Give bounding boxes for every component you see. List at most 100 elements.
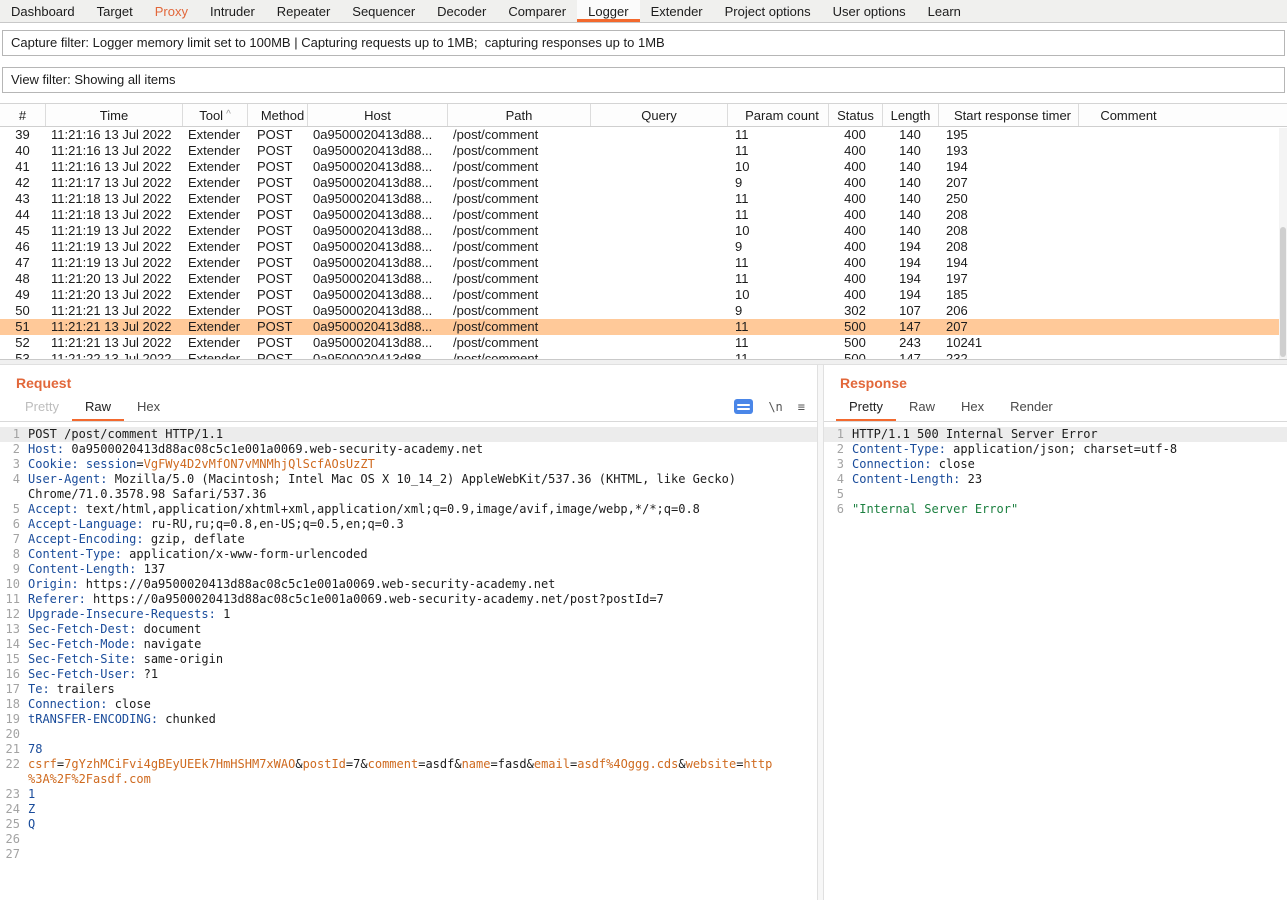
table-scrollbar-handle[interactable] xyxy=(1280,227,1286,357)
cell-status: 400 xyxy=(828,287,882,303)
syntax-view-icon[interactable] xyxy=(734,399,753,414)
cell-timer: 207 xyxy=(938,175,1078,191)
cell-id: 41 xyxy=(0,159,45,175)
request-line-text: Upgrade-Insecure-Requests: 1 xyxy=(28,607,230,622)
line-number: 6 xyxy=(0,517,28,532)
cell-comment xyxy=(1078,143,1178,159)
log-row[interactable]: 5311:21:22 13 Jul 2022ExtenderPOST0a9500… xyxy=(0,351,1287,359)
cell-path: /post/comment xyxy=(447,223,590,239)
request-line-text: Origin: https://0a9500020413d88ac08c5c1e… xyxy=(28,577,555,592)
response-line: 4Content-Length: 23 xyxy=(824,472,1287,487)
table-scrollbar[interactable] xyxy=(1279,128,1287,359)
column-header-query[interactable]: Query xyxy=(590,104,727,126)
column-header-param-count[interactable]: Param count xyxy=(727,104,828,126)
log-row[interactable]: 4511:21:19 13 Jul 2022ExtenderPOST0a9500… xyxy=(0,223,1287,239)
editor-menu-icon[interactable]: ≡ xyxy=(798,400,805,414)
response-tab-bar: PrettyRawHexRender xyxy=(824,395,1287,422)
response-tab-pretty[interactable]: Pretty xyxy=(836,395,896,421)
request-line-text: Host: 0a9500020413d88ac08c5c1e001a0069.w… xyxy=(28,442,483,457)
response-line-text: "Internal Server Error" xyxy=(852,502,1018,517)
cell-query xyxy=(590,303,727,319)
request-line: 2Host: 0a9500020413d88ac08c5c1e001a0069.… xyxy=(0,442,817,457)
cell-method: POST xyxy=(247,175,307,191)
request-editor[interactable]: 1POST /post/comment HTTP/1.12Host: 0a950… xyxy=(0,422,817,898)
cell-time: 11:21:19 13 Jul 2022 xyxy=(45,239,182,255)
log-row[interactable]: 4411:21:18 13 Jul 2022ExtenderPOST0a9500… xyxy=(0,207,1287,223)
log-row[interactable]: 5011:21:21 13 Jul 2022ExtenderPOST0a9500… xyxy=(0,303,1287,319)
menu-tab-repeater[interactable]: Repeater xyxy=(266,0,341,22)
cell-tool: Extender xyxy=(182,255,247,271)
menu-tab-dashboard[interactable]: Dashboard xyxy=(0,0,86,22)
menu-tab-sequencer[interactable]: Sequencer xyxy=(341,0,426,22)
column-header-path[interactable]: Path xyxy=(447,104,590,126)
cell-query xyxy=(590,223,727,239)
column-header-method[interactable]: Method xyxy=(247,104,307,126)
burp-logger-window: DashboardTargetProxyIntruderRepeaterSequ… xyxy=(0,0,1287,900)
cell-length: 140 xyxy=(882,159,938,175)
menu-tab-proxy[interactable]: Proxy xyxy=(144,0,199,22)
response-tab-raw[interactable]: Raw xyxy=(896,395,948,421)
log-row[interactable]: 3911:21:16 13 Jul 2022ExtenderPOST0a9500… xyxy=(0,127,1287,143)
column-header-tool[interactable]: Tool^ xyxy=(182,104,247,126)
cell-path: /post/comment xyxy=(447,127,590,143)
line-number: 27 xyxy=(0,847,28,862)
log-row[interactable]: 4811:21:20 13 Jul 2022ExtenderPOST0a9500… xyxy=(0,271,1287,287)
request-line-text: Content-Length: 137 xyxy=(28,562,165,577)
cell-id: 47 xyxy=(0,255,45,271)
menu-tab-learn[interactable]: Learn xyxy=(917,0,972,22)
menu-tab-user-options[interactable]: User options xyxy=(822,0,917,22)
column-header-host[interactable]: Host xyxy=(307,104,447,126)
column-header-length[interactable]: Length xyxy=(882,104,938,126)
log-row[interactable]: 4011:21:16 13 Jul 2022ExtenderPOST0a9500… xyxy=(0,143,1287,159)
newline-toggle-button[interactable]: \n xyxy=(768,400,782,414)
request-tab-raw[interactable]: Raw xyxy=(72,395,124,421)
request-line-text: 1 xyxy=(28,787,35,802)
response-viewer[interactable]: 1HTTP/1.1 500 Internal Server Error2Cont… xyxy=(824,422,1287,898)
menu-tab-target[interactable]: Target xyxy=(86,0,144,22)
vertical-splitter[interactable] xyxy=(817,365,824,900)
request-tab-pretty[interactable]: Pretty xyxy=(12,395,72,421)
cell-id: 49 xyxy=(0,287,45,303)
request-panel: Request PrettyRawHex \n ≡ 1POST /post/co… xyxy=(0,365,817,900)
request-line-text: Referer: https://0a9500020413d88ac08c5c1… xyxy=(28,592,664,607)
menu-tab-decoder[interactable]: Decoder xyxy=(426,0,497,22)
view-filter-bar[interactable]: View filter: Showing all items xyxy=(2,67,1285,93)
request-line: 16Sec-Fetch-User: ?1 xyxy=(0,667,817,682)
cell-host: 0a9500020413d88... xyxy=(307,175,447,191)
request-tab-hex[interactable]: Hex xyxy=(124,395,173,421)
log-row[interactable]: 5111:21:21 13 Jul 2022ExtenderPOST0a9500… xyxy=(0,319,1287,335)
menu-tab-logger[interactable]: Logger xyxy=(577,0,639,22)
menu-tab-project-options[interactable]: Project options xyxy=(714,0,822,22)
column-header-comment[interactable]: Comment xyxy=(1078,104,1178,126)
cell-time: 11:21:18 13 Jul 2022 xyxy=(45,191,182,207)
capture-filter-bar[interactable]: Capture filter: Logger memory limit set … xyxy=(2,30,1285,56)
cell-timer: 194 xyxy=(938,159,1078,175)
cell-comment xyxy=(1078,335,1178,351)
request-line: 14Sec-Fetch-Mode: navigate xyxy=(0,637,817,652)
column-header-time[interactable]: Time xyxy=(45,104,182,126)
log-row[interactable]: 4211:21:17 13 Jul 2022ExtenderPOST0a9500… xyxy=(0,175,1287,191)
menu-tab-intruder[interactable]: Intruder xyxy=(199,0,266,22)
log-row[interactable]: 4911:21:20 13 Jul 2022ExtenderPOST0a9500… xyxy=(0,287,1287,303)
log-row[interactable]: 4311:21:18 13 Jul 2022ExtenderPOST0a9500… xyxy=(0,191,1287,207)
cell-length: 147 xyxy=(882,319,938,335)
response-line: 3Connection: close xyxy=(824,457,1287,472)
response-line-text: Content-Type: application/json; charset=… xyxy=(852,442,1177,457)
response-tab-render[interactable]: Render xyxy=(997,395,1066,421)
menu-tab-extender[interactable]: Extender xyxy=(640,0,714,22)
log-table-header: #TimeTool^MethodHostPathQueryParam count… xyxy=(0,104,1287,127)
cell-comment xyxy=(1078,223,1178,239)
log-row[interactable]: 4711:21:19 13 Jul 2022ExtenderPOST0a9500… xyxy=(0,255,1287,271)
menu-tab-comparer[interactable]: Comparer xyxy=(497,0,577,22)
line-number: 7 xyxy=(0,532,28,547)
request-line-text: Te: trailers xyxy=(28,682,115,697)
response-line: 2Content-Type: application/json; charset… xyxy=(824,442,1287,457)
log-row[interactable]: 5211:21:21 13 Jul 2022ExtenderPOST0a9500… xyxy=(0,335,1287,351)
column-header-number[interactable]: # xyxy=(0,104,45,126)
column-header-status[interactable]: Status xyxy=(828,104,882,126)
request-line: 231 xyxy=(0,787,817,802)
column-header-start-response-timer[interactable]: Start response timer xyxy=(938,104,1078,126)
response-tab-hex[interactable]: Hex xyxy=(948,395,997,421)
log-row[interactable]: 4111:21:16 13 Jul 2022ExtenderPOST0a9500… xyxy=(0,159,1287,175)
log-row[interactable]: 4611:21:19 13 Jul 2022ExtenderPOST0a9500… xyxy=(0,239,1287,255)
